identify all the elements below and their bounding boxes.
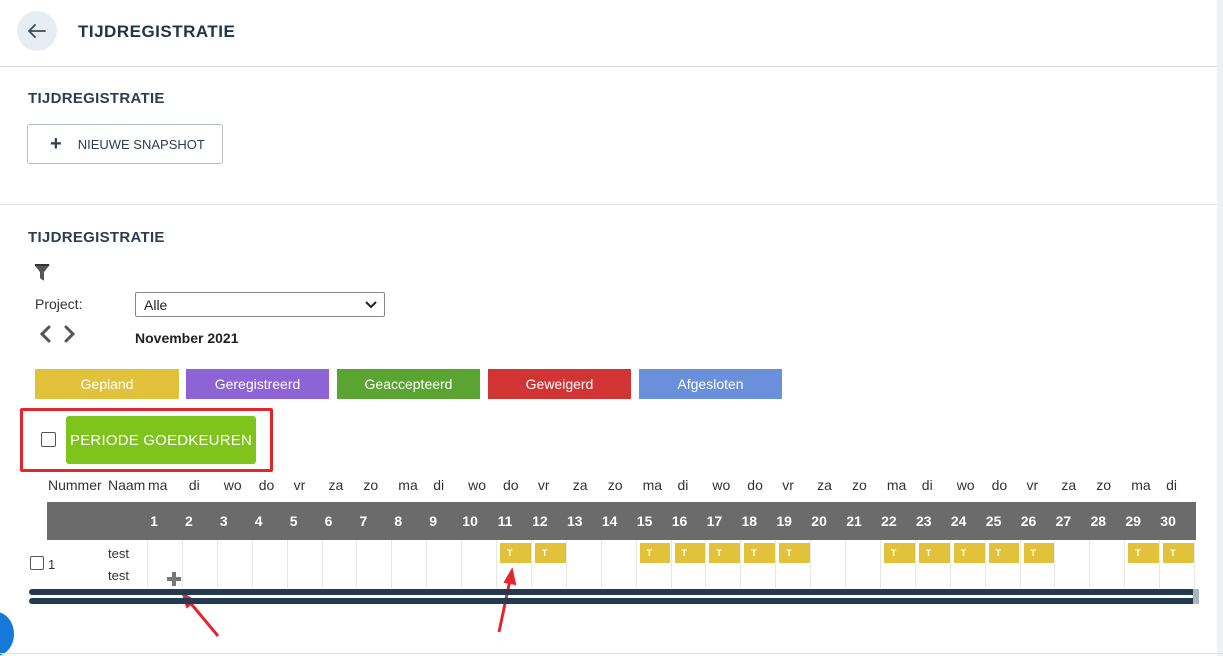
horizontal-scrollbar-track[interactable] [29,598,1197,604]
scrollbar-end [1193,589,1199,604]
annotation-arrows [181,567,517,637]
vertical-scrollbar[interactable] [1217,0,1223,656]
horizontal-scrollbar[interactable] [29,589,1197,595]
bottom-divider [0,653,1223,654]
